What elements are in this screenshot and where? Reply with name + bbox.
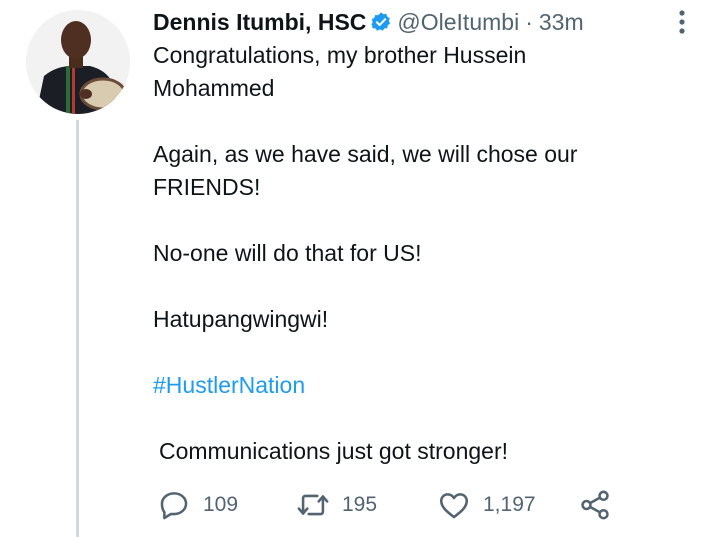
tweet-header: Dennis Itumbi, HSC @OleItumbi · 33m [153, 6, 584, 38]
share-icon [581, 490, 609, 520]
hashtag-link[interactable]: #HustlerNation [153, 369, 305, 402]
more-vertical-icon[interactable] [674, 10, 690, 34]
heart-icon [439, 493, 469, 519]
like-button[interactable]: 1,197 [437, 488, 536, 522]
tweet-timestamp[interactable]: 33m [539, 9, 584, 36]
author-name[interactable]: Dennis Itumbi, HSC [153, 9, 366, 36]
retweet-count: 195 [342, 493, 378, 516]
tweet-text-line: FRIENDS! [153, 174, 261, 200]
like-count: 1,197 [483, 493, 536, 516]
thread-connector-line [76, 120, 79, 537]
reply-button[interactable]: 109 [157, 488, 238, 522]
author-handle[interactable]: @OleItumbi [397, 9, 519, 36]
author-avatar[interactable] [26, 10, 130, 114]
separator-dot: · [525, 8, 533, 35]
reply-icon [160, 492, 188, 520]
tweet-text-line: Mohammed [153, 75, 275, 101]
tweet-text-line: Hatupangwingwi! [153, 306, 329, 332]
verified-badge-icon [371, 12, 391, 31]
share-button[interactable] [578, 488, 612, 522]
tweet-text-line: No-one will do that for US! [153, 240, 422, 266]
retweet-icon [297, 494, 329, 516]
tweet-text-line: Again, as we have said, we will chose ou… [153, 141, 578, 167]
tweet-text-line: Congratulations, my brother Hussein [153, 42, 527, 68]
reply-count: 109 [203, 493, 239, 516]
tweet-text-line: Communications just got stronger! [159, 438, 508, 464]
retweet-button[interactable]: 195 [296, 488, 377, 522]
